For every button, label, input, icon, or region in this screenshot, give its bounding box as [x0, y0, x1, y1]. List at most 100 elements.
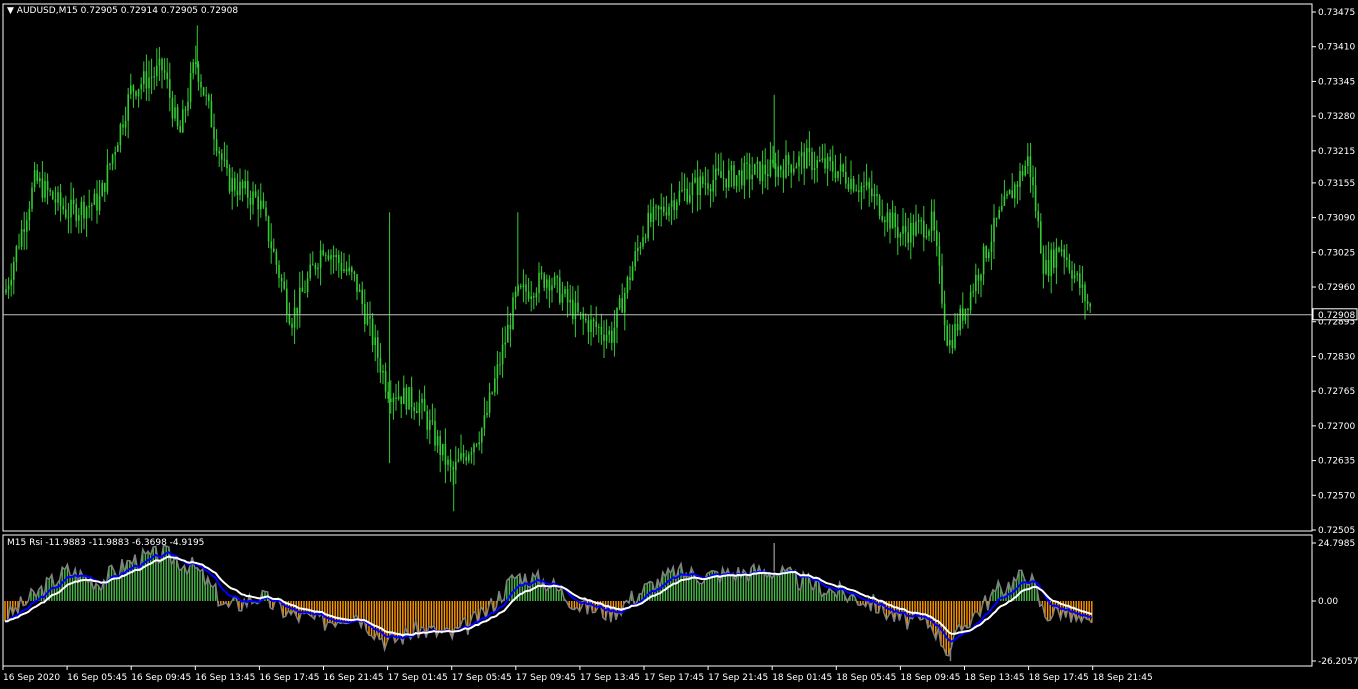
candle-body	[332, 255, 335, 258]
candle-body	[1068, 259, 1071, 271]
candle-body	[507, 324, 509, 343]
candle-body	[205, 95, 207, 97]
candle-body	[728, 170, 730, 188]
candle-body	[756, 161, 759, 165]
candle-body	[572, 299, 574, 320]
candle-body	[819, 160, 821, 162]
candle-body	[13, 262, 15, 280]
candle-body	[618, 298, 621, 308]
candle-body	[839, 164, 842, 172]
candle-body	[1037, 211, 1039, 222]
candle-body	[171, 97, 174, 119]
candle-body	[421, 398, 423, 403]
candle-body	[1014, 184, 1016, 199]
candle-body	[764, 164, 766, 175]
time-tick-label: 17 Sep 01:45	[388, 673, 448, 683]
candle-body	[33, 170, 36, 188]
candle-body	[267, 216, 270, 242]
candle-body	[676, 201, 678, 210]
candle-body	[75, 204, 77, 221]
candle-body	[109, 163, 111, 165]
candle-body	[889, 212, 891, 229]
candle-body	[26, 220, 28, 232]
candle-body	[1042, 253, 1045, 274]
candle-body	[709, 188, 712, 192]
candle-body	[910, 222, 912, 243]
candle-body	[951, 340, 954, 349]
rsi-tick-label: -26.2057	[1318, 657, 1358, 667]
candle-body	[928, 230, 930, 237]
candle-body	[525, 284, 527, 292]
candle-body	[304, 291, 306, 293]
candle-body	[423, 398, 426, 412]
candle-body	[49, 190, 51, 192]
candle-body	[600, 326, 603, 335]
time-tick-label: 18 Sep 13:45	[965, 673, 1025, 683]
candle-body	[1040, 221, 1042, 254]
candle-body	[520, 286, 522, 288]
candle-body	[200, 81, 202, 88]
candle-body	[288, 314, 291, 324]
candle-body	[751, 174, 753, 180]
candle-body	[1016, 184, 1019, 187]
candle-body	[613, 327, 616, 343]
candle-body	[371, 318, 374, 346]
candle-body	[104, 182, 106, 192]
candle-body	[15, 246, 18, 263]
time-tick-label: 16 Sep 2020	[3, 673, 60, 683]
candle-body	[512, 297, 514, 330]
candle-body	[413, 407, 415, 411]
candle-body	[148, 77, 150, 89]
time-tick-label: 16 Sep 21:45	[324, 673, 384, 683]
candle-body	[816, 160, 818, 169]
candle-body	[930, 211, 933, 231]
candle-body	[57, 192, 59, 203]
candle-body	[683, 188, 686, 190]
candle-body	[150, 76, 153, 78]
candle-body	[501, 344, 504, 365]
candle-body	[782, 169, 785, 178]
candle-body	[803, 152, 805, 169]
candle-body	[657, 206, 660, 210]
candle-body	[720, 171, 722, 178]
time-tick-label: 16 Sep 05:45	[67, 673, 127, 683]
candle-body	[527, 291, 530, 299]
candle-body	[111, 154, 114, 164]
candle-body	[546, 279, 548, 288]
candle-body	[655, 206, 657, 208]
candle-body	[93, 193, 96, 205]
candle-body	[392, 397, 395, 403]
candle-body	[145, 71, 148, 89]
candle-body	[595, 321, 597, 328]
price-tick-label: 0.72635	[1318, 457, 1355, 467]
candle-body	[647, 213, 649, 239]
candle-body	[806, 148, 808, 169]
candle-body	[182, 109, 184, 133]
candle-body	[1058, 247, 1060, 252]
candle-body	[790, 164, 792, 173]
candle-body	[725, 178, 727, 188]
candle-body	[915, 221, 917, 236]
candle-body	[338, 254, 340, 263]
candle-body	[980, 274, 982, 281]
candle-body	[985, 246, 987, 259]
mt4-chart[interactable]: 0.73475 0.73410 0.73345 0.73280 0.73215 0.731…	[0, 0, 1358, 689]
candle-body	[46, 180, 49, 191]
time-tick-label: 17 Sep 21:45	[708, 673, 768, 683]
candle-body	[106, 164, 109, 192]
candle-body	[481, 428, 483, 443]
candle-body	[18, 246, 20, 248]
candle-body	[598, 326, 600, 328]
candle-body	[96, 193, 98, 211]
candle-body	[127, 94, 129, 121]
chart-menu-icon[interactable]: ▼	[7, 6, 14, 16]
candle-body	[938, 246, 941, 266]
candle-body	[98, 196, 101, 211]
candle-body	[871, 188, 873, 197]
candle-body	[452, 466, 454, 471]
candle-body	[634, 251, 636, 267]
candle-body	[1081, 284, 1084, 288]
candle-body	[223, 159, 226, 161]
candle-body	[982, 246, 985, 275]
candle-body	[465, 456, 467, 461]
